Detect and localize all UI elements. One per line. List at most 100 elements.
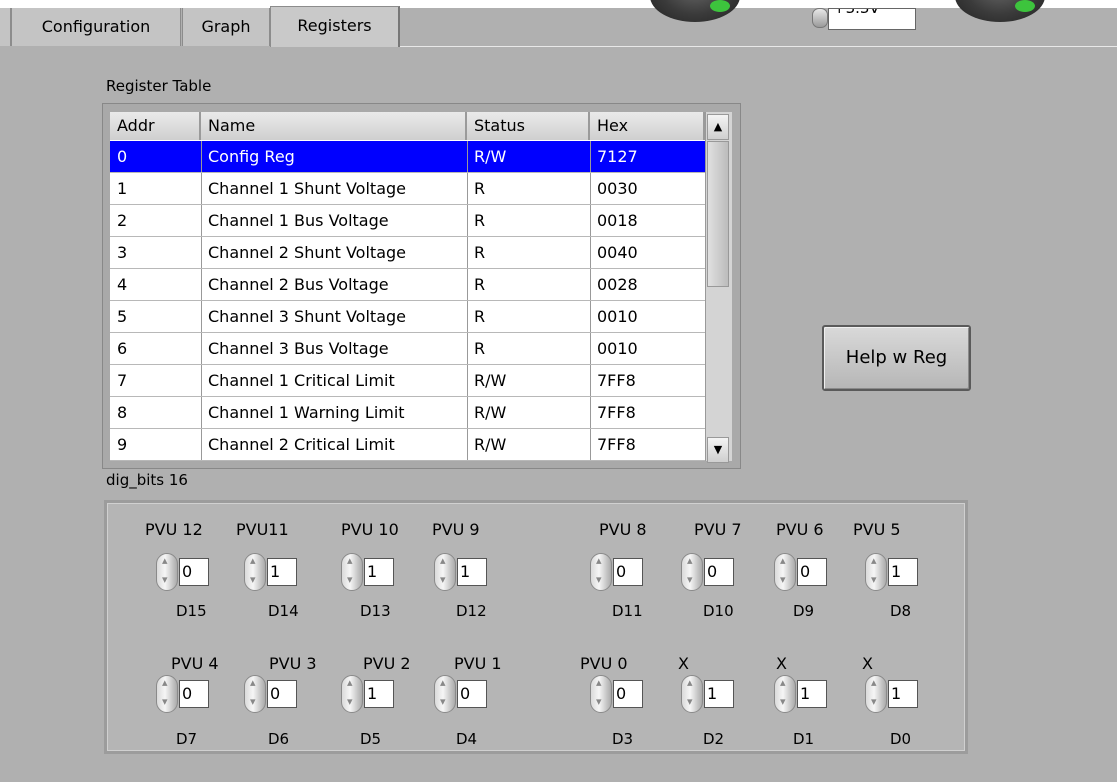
column-divider [467,333,468,365]
column-header-hex[interactable]: Hex [590,112,706,140]
tab-graph[interactable]: Graph [182,8,270,46]
bit-increment-decrement[interactable] [865,553,887,591]
dig-bits-panel [104,500,968,754]
bit-value-field[interactable]: 0 [457,680,487,708]
tab-configuration[interactable]: Configuration [11,8,181,46]
bit-increment-decrement[interactable] [865,675,887,713]
bit-value-field[interactable]: 1 [457,558,487,586]
table-row[interactable]: 0 Config Reg R/W 7127 [110,141,705,173]
bit-increment-decrement[interactable] [774,675,796,713]
column-divider [590,141,591,173]
column-divider [467,397,468,429]
indicator-led-1 [650,0,740,22]
bit-increment-decrement[interactable] [590,553,612,591]
bit-value-field[interactable]: 0 [613,558,643,586]
column-divider [590,269,591,301]
bit-name-label: PVU 3 [269,654,317,673]
cell-hex: 0030 [597,179,638,198]
bit-name-label: PVU 7 [694,520,742,539]
scroll-thumb[interactable] [707,141,729,287]
table-row[interactable]: 2 Channel 1 Bus Voltage R 0018 [110,205,705,237]
bit-increment-decrement[interactable] [774,553,796,591]
register-table-caption: Register Table [106,77,212,95]
bit-increment-decrement[interactable] [341,675,363,713]
scroll-down-button[interactable]: ▼ [707,437,729,463]
bit-value-field[interactable]: 0 [704,558,734,586]
bit-value-field[interactable]: 1 [797,680,827,708]
bit-name-label: X [862,654,873,673]
bit-value-field[interactable]: 1 [888,680,918,708]
column-header-status[interactable]: Status [467,112,591,140]
bit-name-label: PVU 1 [454,654,502,673]
column-header-name[interactable]: Name [201,112,468,140]
column-divider [590,301,591,333]
bit-index-label: D11 [612,602,643,620]
tab-bar-line [400,46,1117,47]
table-row[interactable]: 1 Channel 1 Shunt Voltage R 0030 [110,173,705,205]
column-header-addr[interactable]: Addr [110,112,202,140]
bit-value-field[interactable]: 0 [613,680,643,708]
column-divider [201,397,202,429]
cell-hex: 7FF8 [597,435,636,454]
bit-increment-decrement[interactable] [681,553,703,591]
bit-value-field[interactable]: 1 [364,558,394,586]
column-divider [590,237,591,269]
bit-index-label: D14 [268,602,299,620]
cell-name: Channel 3 Bus Voltage [208,339,389,358]
bit-value-field[interactable]: 1 [364,680,394,708]
voltage-stepper[interactable] [812,8,828,28]
help-w-reg-button-label: Help w Reg [845,347,948,368]
bit-value-field[interactable]: 0 [179,680,209,708]
bit-name-label: PVU 9 [432,520,480,539]
bit-value-field[interactable]: 1 [267,558,297,586]
bit-value-field[interactable]: 0 [179,558,209,586]
cell-hex: 7FF8 [597,403,636,422]
bit-value-field[interactable]: 1 [888,558,918,586]
bit-index-label: D13 [360,602,391,620]
bit-name-label: PVU 8 [599,520,647,539]
scroll-up-button[interactable]: ▲ [707,114,729,140]
bit-index-label: D3 [612,730,634,748]
column-divider [201,333,202,365]
tab-registers[interactable]: Registers [270,6,400,47]
voltage-field[interactable]: +3.3V [828,8,916,30]
bit-value-field[interactable]: 1 [704,680,734,708]
table-row[interactable]: 7 Channel 1 Critical Limit R/W 7FF8 [110,365,705,397]
bit-increment-decrement[interactable] [244,553,266,591]
cell-addr: 4 [117,275,128,294]
table-row[interactable]: 5 Channel 3 Shunt Voltage R 0010 [110,301,705,333]
table-row[interactable]: 9 Channel 2 Critical Limit R/W 7FF8 [110,429,705,461]
table-row[interactable]: 3 Channel 2 Shunt Voltage R 0040 [110,237,705,269]
tab-graph-label: Graph [201,17,251,36]
row-divider [110,460,705,461]
bit-index-label: D12 [456,602,487,620]
bit-index-label: D2 [703,730,725,748]
bit-increment-decrement[interactable] [681,675,703,713]
help-w-reg-button[interactable]: Help w Reg [822,325,971,391]
bit-name-label: X [776,654,787,673]
table-row[interactable]: 6 Channel 3 Bus Voltage R 0010 [110,333,705,365]
bit-increment-decrement[interactable] [590,675,612,713]
table-row[interactable]: 8 Channel 1 Warning Limit R/W 7FF8 [110,397,705,429]
cell-addr: 0 [117,147,128,166]
dig-bits-caption: dig_bits 16 [106,471,188,489]
bit-index-label: D15 [176,602,207,620]
bit-value-field[interactable]: 0 [267,680,297,708]
column-divider [467,141,468,173]
bit-index-label: D7 [176,730,198,748]
cell-status: R [474,211,486,230]
column-divider [201,141,202,173]
bit-value-field[interactable]: 0 [797,558,827,586]
bit-increment-decrement[interactable] [341,553,363,591]
bit-increment-decrement[interactable] [244,675,266,713]
bit-name-label: PVU 12 [145,520,203,539]
bit-increment-decrement[interactable] [434,553,456,591]
bit-increment-decrement[interactable] [156,675,178,713]
table-row[interactable]: 4 Channel 2 Bus Voltage R 0028 [110,269,705,301]
bit-name-label: PVU 10 [341,520,399,539]
bit-increment-decrement[interactable] [434,675,456,713]
indicator-led-2 [955,0,1045,22]
column-divider [467,237,468,269]
bit-increment-decrement[interactable] [156,553,178,591]
voltage-value: +3.3V [833,8,880,17]
